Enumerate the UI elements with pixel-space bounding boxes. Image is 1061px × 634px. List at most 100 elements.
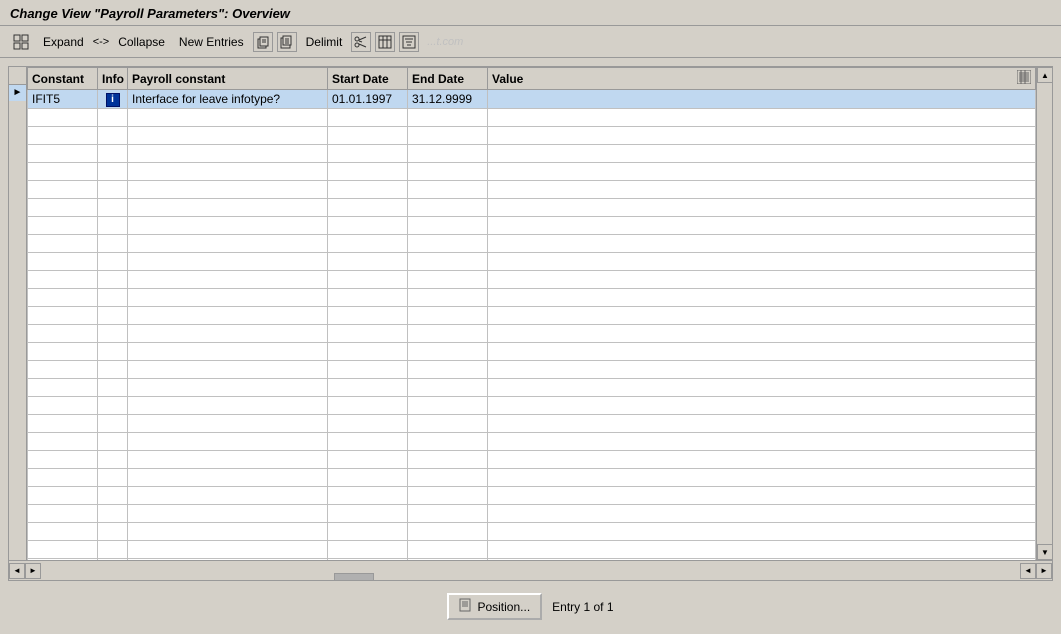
- table-wrapper: ►: [9, 67, 1052, 560]
- row-ind-24: [9, 462, 26, 478]
- col-header-value-label: Value: [492, 72, 523, 86]
- main-content: ►: [0, 58, 1061, 634]
- position-btn[interactable]: Position...: [447, 593, 542, 620]
- table-row[interactable]: [28, 270, 1036, 288]
- row-ind-19: [9, 380, 26, 396]
- hscroll-far-left-btn[interactable]: ◄: [1020, 563, 1036, 579]
- new-entries-btn[interactable]: New Entries: [174, 32, 249, 52]
- column-settings-icon[interactable]: [1017, 70, 1031, 87]
- table-row[interactable]: [28, 396, 1036, 414]
- row-ind-6: [9, 167, 26, 183]
- row-ind-9: [9, 216, 26, 232]
- expand-icon: [13, 34, 29, 50]
- copy-icon-btn[interactable]: [253, 32, 273, 52]
- table-row[interactable]: [28, 180, 1036, 198]
- scroll-down-btn[interactable]: ▼: [1037, 544, 1052, 560]
- cell-info[interactable]: i: [98, 90, 128, 109]
- table-row[interactable]: [28, 540, 1036, 558]
- table-row[interactable]: [28, 306, 1036, 324]
- table-scroll-area: Constant Info Payroll constant Start Dat…: [27, 67, 1036, 560]
- expand-btn[interactable]: Expand: [38, 32, 89, 52]
- new-entries-label: New Entries: [179, 35, 244, 49]
- row-ind-18: [9, 364, 26, 380]
- hscroll-left-btn[interactable]: ◄: [9, 563, 25, 579]
- collapse-label: Collapse: [118, 35, 165, 49]
- table-row[interactable]: IFIT5 i Interface for leave infotype? 01…: [28, 90, 1036, 109]
- table-row[interactable]: [28, 342, 1036, 360]
- watermark: ...t.com: [427, 36, 463, 48]
- table-row[interactable]: [28, 450, 1036, 468]
- expand-collapse-icon-btn[interactable]: [8, 31, 34, 53]
- data-table: Constant Info Payroll constant Start Dat…: [27, 67, 1036, 560]
- table-row[interactable]: [28, 324, 1036, 342]
- row-ind-11: [9, 249, 26, 265]
- row-ind-26: [9, 495, 26, 511]
- table-row[interactable]: [28, 432, 1036, 450]
- hscroll-right-btn[interactable]: ►: [25, 563, 41, 579]
- scroll-up-btn[interactable]: ▲: [1037, 67, 1052, 83]
- row-ind-10: [9, 233, 26, 249]
- row-ind-20: [9, 396, 26, 412]
- row-ind-16: [9, 331, 26, 347]
- col-header-payroll[interactable]: Payroll constant: [128, 68, 328, 90]
- row-ind-27: [9, 511, 26, 527]
- delimit-btn[interactable]: Delimit: [301, 32, 348, 52]
- filter-icon-btn[interactable]: [399, 32, 419, 52]
- table-row[interactable]: [28, 216, 1036, 234]
- table-row[interactable]: [28, 234, 1036, 252]
- hscroll-far-right-btn[interactable]: ►: [1036, 563, 1052, 579]
- cell-value[interactable]: [488, 90, 1036, 109]
- col-header-enddate[interactable]: End Date: [408, 68, 488, 90]
- table-row[interactable]: [28, 198, 1036, 216]
- row-ind-4: [9, 134, 26, 150]
- row-ind-7: [9, 183, 26, 199]
- row-ind-28: [9, 527, 26, 543]
- col-header-startdate[interactable]: Start Date: [328, 68, 408, 90]
- col-header-info[interactable]: Info: [98, 68, 128, 90]
- table-row[interactable]: [28, 414, 1036, 432]
- row-ind-2: [9, 102, 26, 118]
- horizontal-scrollbar: ◄ ► ◄ ►: [9, 560, 1052, 580]
- cell-constant[interactable]: IFIT5: [28, 90, 98, 109]
- info-icon: i: [106, 93, 120, 107]
- table-row[interactable]: [28, 126, 1036, 144]
- row-ind-14: [9, 298, 26, 314]
- cell-start-date[interactable]: 01.01.1997: [328, 90, 408, 109]
- table-row[interactable]: [28, 108, 1036, 126]
- row-indicator-header: [9, 67, 26, 85]
- row-ind-12: [9, 265, 26, 281]
- row-ind-15: [9, 314, 26, 330]
- row-ind-29: [9, 544, 26, 560]
- row-ind-22: [9, 429, 26, 445]
- main-window: Change View "Payroll Parameters": Overvi…: [0, 0, 1061, 634]
- title-bar: Change View "Payroll Parameters": Overvi…: [0, 0, 1061, 26]
- data-table-container: ►: [8, 66, 1053, 581]
- toolbar: Expand <-> Collapse New Entries: [0, 26, 1061, 58]
- table-row[interactable]: [28, 486, 1036, 504]
- table-row[interactable]: [28, 504, 1036, 522]
- table-row[interactable]: [28, 162, 1036, 180]
- table-row[interactable]: [28, 144, 1036, 162]
- hscroll-thumb[interactable]: [334, 573, 374, 582]
- table-row[interactable]: [28, 288, 1036, 306]
- row-ind-23: [9, 445, 26, 461]
- delimit-label: Delimit: [306, 35, 343, 49]
- table-icon-btn[interactable]: [375, 32, 395, 52]
- scissors-icon-btn[interactable]: [351, 32, 371, 52]
- col-header-constant[interactable]: Constant: [28, 68, 98, 90]
- scroll-track[interactable]: [1037, 83, 1052, 544]
- position-icon: [459, 598, 473, 615]
- table-row[interactable]: [28, 522, 1036, 540]
- table-row[interactable]: [28, 378, 1036, 396]
- cell-payroll-constant[interactable]: Interface for leave infotype?: [128, 90, 328, 109]
- hscroll-right-btns: ◄ ►: [1020, 563, 1052, 579]
- table-row[interactable]: [28, 468, 1036, 486]
- table-row[interactable]: [28, 252, 1036, 270]
- cell-end-date[interactable]: 31.12.9999: [408, 90, 488, 109]
- row-ind-17: [9, 347, 26, 363]
- col-header-value[interactable]: Value: [488, 68, 1036, 90]
- table-row[interactable]: [28, 360, 1036, 378]
- collapse-btn[interactable]: Collapse: [113, 32, 170, 52]
- paste-icon-btn[interactable]: [277, 32, 297, 52]
- row-ind-8: [9, 200, 26, 216]
